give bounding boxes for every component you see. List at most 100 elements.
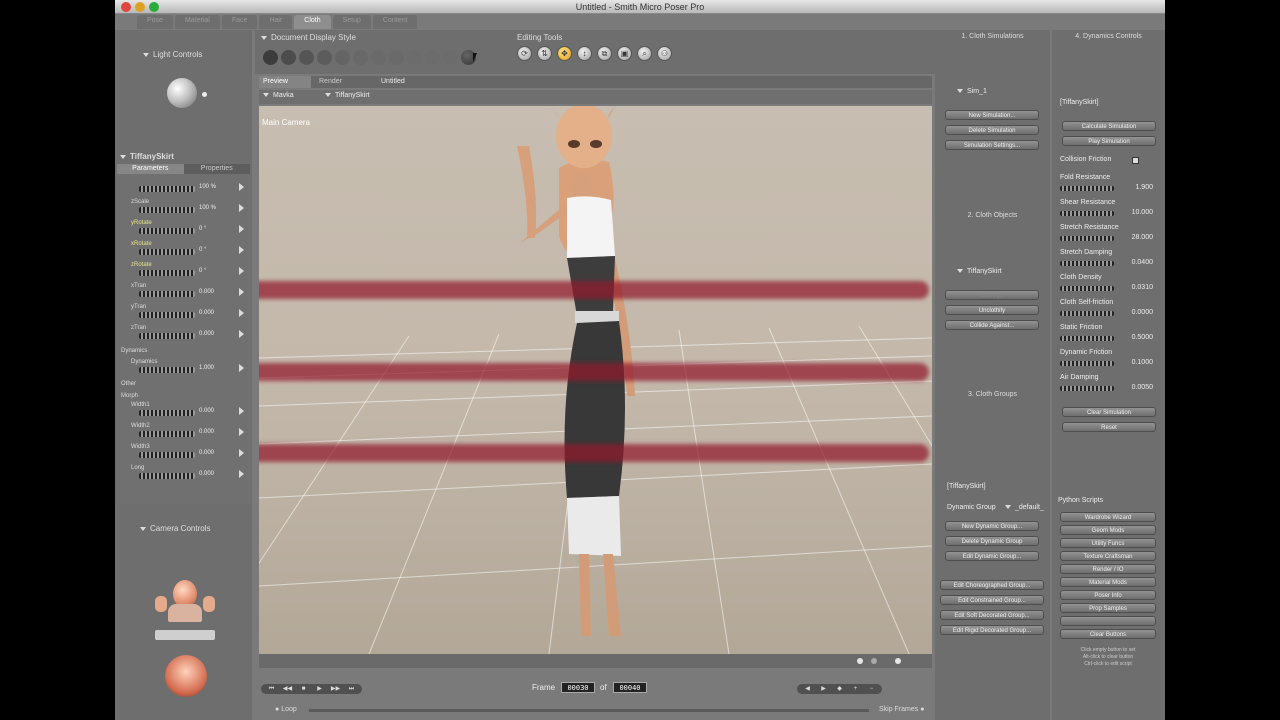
camera-controls-header[interactable]: Camera Controls	[140, 524, 210, 533]
param-dial[interactable]	[139, 186, 195, 192]
param-menu-arrow-icon[interactable]	[239, 407, 244, 415]
param-menu-arrow-icon[interactable]	[239, 288, 244, 296]
skip-frames-toggle[interactable]: Skip Frames ●	[879, 706, 924, 713]
cloth-density-dial[interactable]	[1060, 286, 1114, 291]
param-menu-arrow-icon[interactable]	[239, 449, 244, 457]
rotate-tool-icon[interactable]: ⟳	[517, 46, 532, 61]
param-dial[interactable]	[139, 410, 195, 416]
figure-menu[interactable]: Mavka	[263, 92, 294, 99]
edit-choreographed-group-button[interactable]: Edit Choreographed Group...	[940, 580, 1044, 590]
param-value[interactable]: 0.000	[199, 331, 214, 337]
hidden-line-style-icon[interactable]	[317, 50, 332, 65]
param-menu-arrow-icon[interactable]	[239, 267, 244, 275]
left-hand-camera-icon[interactable]	[155, 596, 167, 612]
edit-soft-decorated-group-button[interactable]: Edit Soft Decorated Group...	[940, 610, 1044, 620]
param-dial[interactable]	[139, 312, 195, 318]
param-menu-arrow-icon[interactable]	[239, 204, 244, 212]
collision-friction-checkbox[interactable]	[1132, 157, 1139, 164]
flat-shaded-style-icon[interactable]	[353, 50, 368, 65]
tab-render[interactable]: Render	[315, 76, 367, 88]
python-script-button[interactable]: Render / IO	[1060, 564, 1156, 574]
tab-properties[interactable]: Properties	[184, 164, 251, 174]
clothify-button[interactable]: Clothify...	[945, 290, 1039, 300]
param-value[interactable]: 100 %	[199, 205, 216, 211]
scale-tool-icon[interactable]: ⧉	[597, 46, 612, 61]
dynamic-friction-value[interactable]: 0.1000	[1117, 359, 1153, 366]
light-controls-header[interactable]: Light Controls	[143, 50, 202, 59]
next-frame-button[interactable]: ▶	[816, 684, 831, 694]
view-control-dot[interactable]	[871, 658, 877, 664]
smooth-shaded-style-icon[interactable]	[425, 50, 440, 65]
play-simulation-button[interactable]: Play Simulation	[1062, 136, 1156, 146]
dynamic-group-select[interactable]: _default_	[1005, 504, 1044, 511]
calculate-simulation-button[interactable]: Calculate Simulation	[1062, 121, 1156, 131]
shear-resistance-value[interactable]: 10.000	[1117, 209, 1153, 216]
unclothify-button[interactable]: Unclothify	[945, 305, 1039, 315]
tab-preview[interactable]: Preview	[259, 76, 311, 88]
param-menu-arrow-icon[interactable]	[239, 330, 244, 338]
twist-tool-icon[interactable]: ⇅	[537, 46, 552, 61]
param-value[interactable]: 0.000	[199, 289, 214, 295]
stretch-damping-value[interactable]: 0.0400	[1117, 259, 1153, 266]
clear-buttons-button[interactable]: Clear Buttons	[1060, 629, 1156, 639]
room-tab-content[interactable]: Content	[372, 15, 418, 29]
first-frame-button[interactable]: ⏮	[264, 684, 279, 694]
param-dial[interactable]	[139, 431, 195, 437]
cartoon-style-icon[interactable]	[389, 50, 404, 65]
light-indicator-icon[interactable]	[202, 92, 207, 97]
delete-simulation-button[interactable]: Delete Simulation	[945, 125, 1039, 135]
param-menu-arrow-icon[interactable]	[239, 428, 244, 436]
taper-tool-icon[interactable]: ▣	[617, 46, 632, 61]
python-script-button[interactable]: Geom Mods	[1060, 525, 1156, 535]
edit-dynamic-group-button[interactable]: Edit Dynamic Group...	[945, 551, 1039, 561]
wireframe-style-icon[interactable]	[299, 50, 314, 65]
cloth-density-value[interactable]: 0.0310	[1117, 284, 1153, 291]
camera-figure-icon[interactable]	[168, 604, 202, 622]
python-script-button-empty[interactable]	[1060, 616, 1156, 626]
group-other[interactable]: Other	[121, 381, 136, 387]
param-value[interactable]: 1.000	[199, 365, 214, 371]
edit-rigid-decorated-group-button[interactable]: Edit Rigid Decorated Group...	[940, 625, 1044, 635]
param-value[interactable]: 100 %	[199, 184, 216, 190]
collide-against-button[interactable]: Collide Against...	[945, 320, 1039, 330]
dynamic-friction-dial[interactable]	[1060, 361, 1114, 366]
lit-wireframe-style-icon[interactable]	[335, 50, 350, 65]
param-value[interactable]: 0 °	[199, 268, 206, 274]
light-ball-icon[interactable]	[167, 78, 197, 108]
prev-key-button[interactable]: ◀◀	[280, 684, 295, 694]
play-button[interactable]: ▶	[312, 684, 327, 694]
param-dial[interactable]	[139, 333, 195, 339]
param-menu-arrow-icon[interactable]	[239, 470, 244, 478]
param-dial[interactable]	[139, 452, 195, 458]
fold-resistance-dial[interactable]	[1060, 186, 1114, 191]
room-tab-material[interactable]: Material	[174, 15, 220, 29]
last-frame-button[interactable]: ⏭	[344, 684, 359, 694]
stretch-resistance-dial[interactable]	[1060, 236, 1114, 241]
smooth-lined-style-icon[interactable]	[443, 50, 458, 65]
air-damping-value[interactable]: 0.0050	[1117, 384, 1153, 391]
translate-in-out-tool-icon[interactable]: ↕	[577, 46, 592, 61]
param-menu-arrow-icon[interactable]	[239, 246, 244, 254]
param-menu-arrow-icon[interactable]	[239, 364, 244, 372]
simulation-selector[interactable]: Sim_1	[957, 88, 987, 95]
param-menu-arrow-icon[interactable]	[239, 183, 244, 191]
param-value[interactable]: 0.000	[199, 310, 214, 316]
param-dial[interactable]	[139, 207, 195, 213]
outline-style-icon[interactable]	[281, 50, 296, 65]
python-script-button[interactable]: Material Mods	[1060, 577, 1156, 587]
param-value[interactable]: 0.000	[199, 450, 214, 456]
param-value[interactable]: 0.000	[199, 471, 214, 477]
flat-lined-style-icon[interactable]	[371, 50, 386, 65]
cloth-object-selector[interactable]: TiffanySkirt	[957, 268, 1002, 275]
clear-simulation-button[interactable]: Clear Simulation	[1062, 407, 1156, 417]
timeline-slider[interactable]	[309, 709, 869, 712]
room-tab-setup[interactable]: Setup	[332, 15, 371, 29]
param-dial[interactable]	[139, 291, 195, 297]
delete-keyframe-button[interactable]: −	[864, 684, 879, 694]
group-dynamics[interactable]: Dynamics	[121, 348, 147, 354]
stop-button[interactable]: ■	[296, 684, 311, 694]
silhouette-style-icon[interactable]	[263, 50, 278, 65]
python-script-button[interactable]: Prop Samples	[1060, 603, 1156, 613]
delete-dynamic-group-button[interactable]: Delete Dynamic Group	[945, 536, 1039, 546]
room-tab-cloth[interactable]: Cloth	[294, 15, 331, 29]
